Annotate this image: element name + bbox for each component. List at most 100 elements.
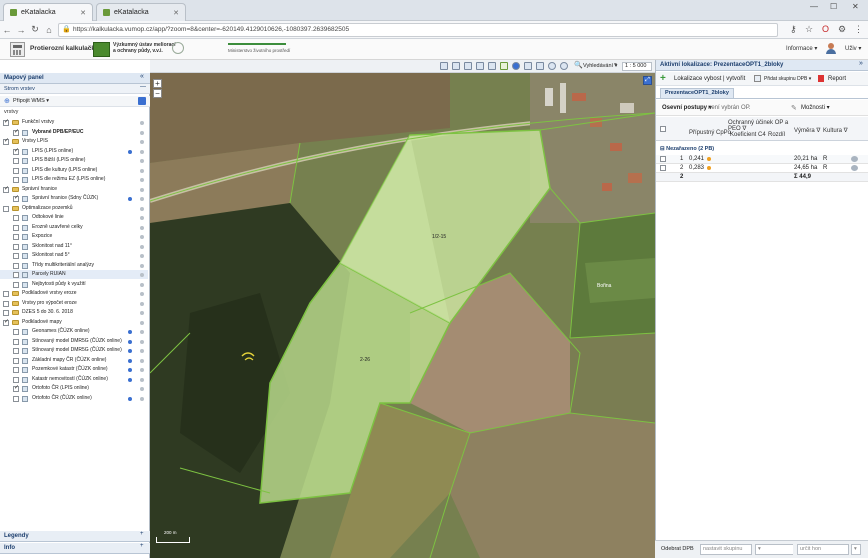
reload-icon[interactable]: ↻: [28, 24, 42, 35]
layer-row[interactable]: Správní hranice (Sdny ČÚZK): [0, 194, 148, 203]
layer-row[interactable]: Sklonitost nad 5°: [0, 251, 148, 260]
layer-row[interactable]: Expozice: [0, 232, 148, 241]
search-dropdown[interactable]: Vyhledávání ▾: [583, 63, 617, 69]
layer-group-row[interactable]: Podkladové mapy: [0, 318, 148, 327]
layer-checkbox[interactable]: [13, 329, 19, 335]
user-menu[interactable]: Uživ ▾: [845, 45, 861, 52]
layer-info-icon[interactable]: [128, 349, 132, 353]
add-localization-button[interactable]: Lokalizace vybost | vytvořit: [674, 75, 745, 84]
row-checkbox[interactable]: [660, 156, 666, 162]
legend-header[interactable]: Legendy: [0, 531, 150, 542]
layer-row[interactable]: Vybrané DPB/EP/EUC: [0, 128, 148, 137]
remove-dpb-button[interactable]: Odebrat DPB: [661, 546, 694, 552]
layer-group-row[interactable]: Funkční vrstvy: [0, 118, 148, 127]
table-row[interactable]: 1 0,241 20,21 ha R: [656, 155, 868, 164]
layer-checkbox[interactable]: [3, 310, 9, 316]
zoom-in-button[interactable]: +: [153, 79, 162, 88]
layer-info-icon[interactable]: [128, 149, 132, 154]
options-dropdown[interactable]: Možnosti ▾: [801, 104, 830, 113]
layer-checkbox[interactable]: [3, 205, 9, 212]
layer-row[interactable]: Pozemkové katastr (ČÚZK online): [0, 365, 148, 374]
layer-checkbox[interactable]: [13, 167, 19, 174]
layer-options-icon[interactable]: [140, 187, 144, 192]
info-icon[interactable]: [512, 62, 520, 70]
col-header-cp[interactable]: Přípustný CpPo: [689, 130, 731, 136]
layer-checkbox[interactable]: [3, 300, 9, 307]
layer-checkbox[interactable]: [13, 338, 19, 345]
layer-row[interactable]: Nejbytosti půdy k využití: [0, 280, 148, 289]
layer-checkbox[interactable]: [3, 185, 9, 194]
col-header-diff[interactable]: Rozdíl: [768, 132, 785, 138]
layer-checkbox[interactable]: [13, 253, 19, 259]
maximize-icon[interactable]: ☐: [830, 2, 837, 11]
add-group-button[interactable]: Přidat skupinu DPB ▾: [764, 75, 811, 84]
hon-dropdown-icon[interactable]: ▾: [851, 544, 861, 555]
pan-icon[interactable]: [464, 62, 472, 70]
layer-info-icon[interactable]: [128, 197, 132, 201]
layer-checkbox[interactable]: [13, 395, 19, 402]
export-icon[interactable]: [536, 62, 544, 70]
layer-checkbox[interactable]: [13, 177, 19, 183]
layer-options-icon[interactable]: [140, 282, 144, 287]
layer-options-icon[interactable]: [140, 263, 144, 268]
layer-options-icon[interactable]: [140, 339, 144, 344]
zoom-out-button[interactable]: −: [153, 89, 162, 98]
layer-group-row[interactable]: Vrstvy pro výpočet eroze: [0, 299, 148, 308]
layer-row[interactable]: Sklonitost nad 11°: [0, 242, 148, 251]
layer-checkbox[interactable]: [13, 262, 19, 269]
select-all-checkbox[interactable]: [660, 126, 666, 132]
zoom-box-icon[interactable]: [452, 62, 460, 70]
layer-options-icon[interactable]: [140, 254, 144, 258]
select-parcel-icon[interactable]: [500, 62, 508, 70]
tab-localization[interactable]: PrezentaceOPT1_2bloky: [660, 88, 734, 98]
layer-options-icon[interactable]: [140, 396, 144, 401]
collapse-right-icon[interactable]: »: [859, 60, 863, 67]
key-icon[interactable]: ⚷: [790, 24, 797, 35]
layer-checkbox[interactable]: [13, 376, 19, 383]
browser-tab-active[interactable]: eKatalacka ✕: [3, 3, 93, 21]
row-action-icon[interactable]: [851, 156, 858, 162]
layer-checkbox[interactable]: [13, 128, 19, 137]
layer-checkbox[interactable]: [13, 194, 19, 203]
layer-options-icon[interactable]: [140, 244, 144, 249]
layer-options-icon[interactable]: [140, 121, 144, 125]
layer-checkbox[interactable]: [13, 243, 19, 250]
group-dropdown-icon[interactable]: ▾: [755, 544, 793, 555]
layer-options-icon[interactable]: [140, 349, 144, 353]
row-checkbox[interactable]: [660, 165, 666, 171]
forward-icon[interactable]: →: [14, 25, 28, 35]
layer-row[interactable]: Základní mapy ČR (ČÚZK online): [0, 356, 148, 365]
layer-group-row[interactable]: Optimalizace pozemků: [0, 204, 148, 213]
close-window-icon[interactable]: ✕: [852, 2, 859, 11]
extension-icon[interactable]: ⚙: [838, 24, 846, 35]
layer-checkbox[interactable]: [13, 158, 19, 164]
layer-checkbox[interactable]: [13, 384, 19, 393]
layer-options-icon[interactable]: [140, 197, 144, 201]
table-row[interactable]: 2 0,283 24,65 ha R: [656, 164, 868, 173]
layer-options-icon[interactable]: [140, 130, 144, 135]
layer-row[interactable]: Ortofoto ČR (ČÚZK online): [0, 394, 148, 403]
scale-dropdown-icon[interactable]: ▾: [614, 62, 617, 68]
layer-checkbox[interactable]: [13, 215, 19, 221]
layer-options-icon[interactable]: [140, 377, 144, 382]
col-header-kultura[interactable]: Kultura ∇: [823, 127, 848, 134]
layer-row[interactable]: Erozně uzavřené celky: [0, 223, 148, 232]
layer-options-icon[interactable]: [140, 292, 144, 296]
measure-area-icon[interactable]: [488, 62, 496, 70]
layer-row[interactable]: Stínovaný model DMR5G (ČÚZK online): [0, 346, 148, 355]
tree-options-icon[interactable]: [138, 97, 146, 105]
layer-row[interactable]: Geonames (ČÚZK online): [0, 327, 148, 336]
layer-row[interactable]: Katastr nemovitostí (ČÚZK online): [0, 375, 148, 384]
layer-options-icon[interactable]: [140, 216, 144, 220]
layer-options-icon[interactable]: [140, 206, 144, 211]
col-header-c4[interactable]: Koeficient C4: [730, 132, 766, 138]
layer-group-row[interactable]: Vrstvy LPIS: [0, 137, 148, 146]
fullscreen-icon[interactable]: ⤢: [643, 76, 652, 85]
expand-info-icon[interactable]: +: [140, 543, 144, 549]
map-canvas[interactable]: + − ⤢ 1/2-15 2-26 Bořina 200 m: [150, 73, 655, 558]
layer-group-row[interactable]: DZES 5 do 30. 6. 2018: [0, 308, 148, 317]
layer-options-icon[interactable]: [140, 225, 144, 230]
layer-row[interactable]: LPIS dle režimu EZ (LPIS online): [0, 175, 148, 184]
browser-menu-icon[interactable]: ⋮: [854, 24, 863, 35]
layer-info-icon[interactable]: [128, 358, 132, 363]
